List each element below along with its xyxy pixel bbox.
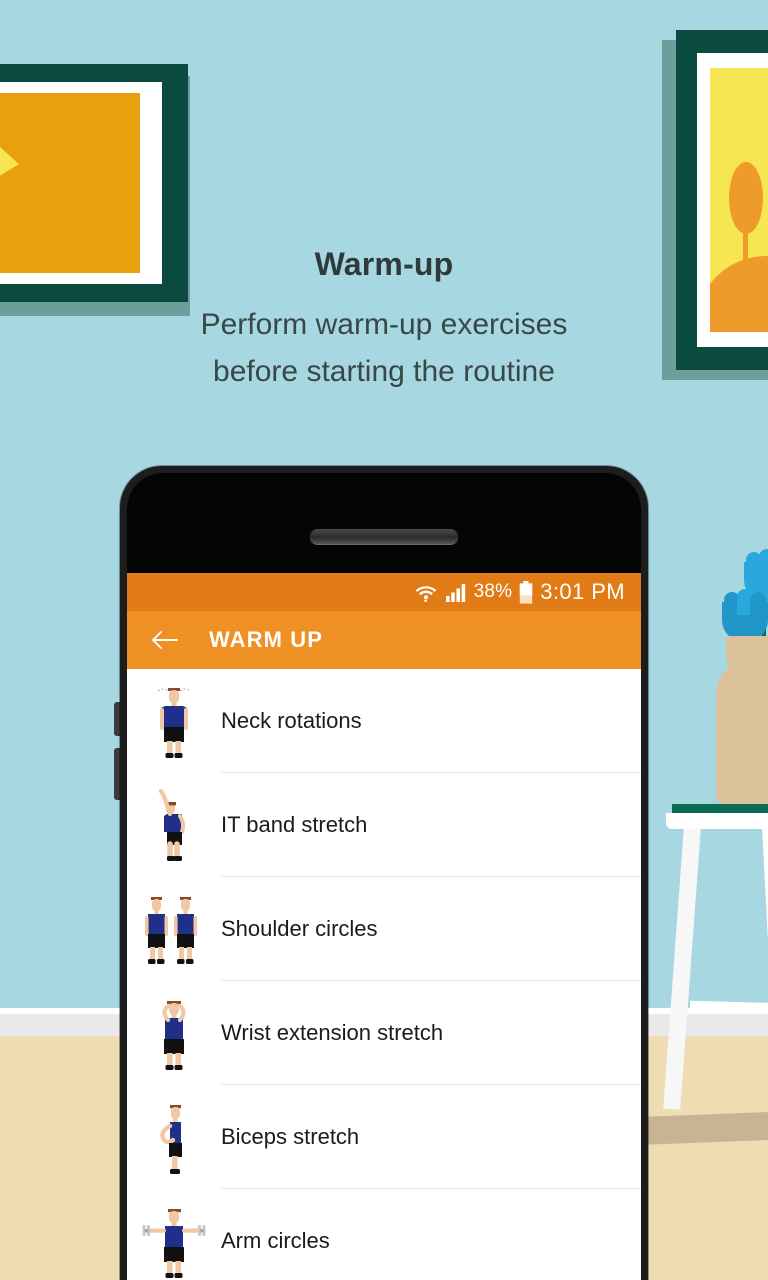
promo-subheadline-line-1: Perform warm-up exercises (200, 308, 568, 341)
artwork-tree-foliage (729, 162, 763, 234)
promo-subheadline: Perform warm-up exercises before startin… (0, 301, 768, 396)
vase (716, 660, 768, 808)
battery-percent-label: 38% (473, 581, 513, 602)
table-top-underside (666, 813, 768, 829)
promo-subheadline-line-2: before starting the routine (213, 355, 555, 389)
promo-text-block: Warm-up Perform warm-up exercises before… (0, 246, 768, 396)
exercise-list: Neck rotations IT band stretch Shoulder … (127, 669, 641, 1280)
list-item[interactable]: Biceps stretch (127, 1085, 641, 1189)
neck-rotations-figure (127, 680, 221, 762)
artwork-top-triangle (0, 93, 140, 183)
list-item-label: Biceps stretch (221, 1124, 360, 1149)
list-item-label: IT band stretch (221, 812, 368, 837)
clock-label: 3:01 PM (540, 579, 625, 604)
list-item[interactable]: Shoulder circles (127, 877, 641, 981)
arm-circles-figure (127, 1200, 221, 1280)
biceps-stretch-figure (127, 1096, 221, 1178)
wrist-extension-stretch-figure (127, 992, 221, 1074)
table-top (672, 804, 768, 813)
list-item-label: Shoulder circles (221, 916, 378, 941)
phone-mockup: 38% 3:01 PM WARM UP Neck rotations IT ba… (120, 466, 648, 1280)
status-bar: 38% 3:01 PM (127, 573, 641, 611)
list-item-label: Neck rotations (221, 708, 362, 733)
battery-icon (519, 580, 533, 604)
shoulder-circles-figure (127, 888, 221, 970)
it-band-stretch-figure (127, 784, 221, 866)
phone-screen: 38% 3:01 PM WARM UP Neck rotations IT ba… (127, 573, 641, 1280)
page-title: WARM UP (209, 627, 324, 652)
phone-earpiece-speaker (310, 529, 458, 544)
list-item[interactable]: Arm circles (127, 1189, 641, 1280)
list-item[interactable]: IT band stretch (127, 773, 641, 877)
wifi-icon (414, 581, 438, 603)
list-item[interactable]: Neck rotations (127, 669, 641, 773)
list-item-label: Wrist extension stretch (221, 1020, 444, 1045)
list-item-label: Arm circles (221, 1228, 330, 1253)
app-bar: WARM UP (127, 611, 641, 669)
back-arrow-icon[interactable] (151, 630, 178, 650)
signal-bars-icon (445, 582, 467, 602)
list-item[interactable]: Wrist extension stretch (127, 981, 641, 1085)
promo-headline: Warm-up (314, 246, 454, 282)
